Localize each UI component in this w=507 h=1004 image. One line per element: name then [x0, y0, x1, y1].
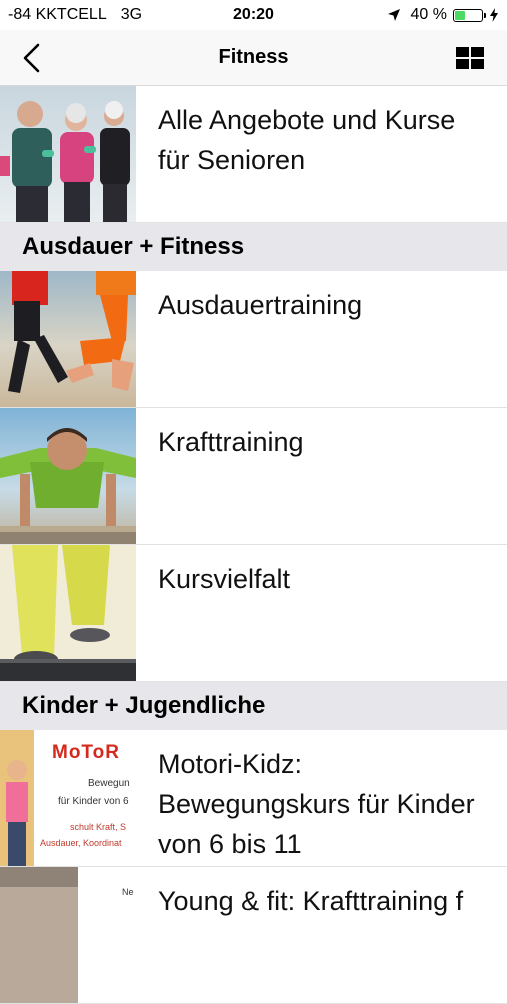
section-header-ausdauer: Ausdauer + Fitness: [0, 223, 507, 271]
list-item-label: Kursvielfalt: [158, 564, 291, 594]
list-item-label: Alle Angebote und Kurse für Senioren: [158, 105, 456, 175]
flyer-line-1: Bewegun: [88, 778, 130, 789]
running-photo-image: [0, 271, 136, 407]
navigation-bar: Fitness: [0, 30, 507, 86]
list-item-seniors[interactable]: Alle Angebote und Kurse für Senioren: [0, 86, 507, 223]
battery-icon: [453, 8, 486, 22]
list-item-label: Krafttraining: [158, 427, 304, 457]
young-fit-thumbnail: Ne: [0, 867, 136, 1003]
young-fit-photo: [0, 867, 78, 1003]
section-header-kinder: Kinder + Jugendliche: [0, 682, 507, 730]
young-fit-thumb-text: Ne: [122, 887, 134, 897]
status-bar: -84 KKTCELL 3G 20:20 40 %: [0, 0, 507, 30]
pushup-photo: [0, 408, 136, 544]
list-item-label: Motori-Kidz: Bewegungskurs für Kinder vo…: [158, 749, 475, 859]
list-item-motori-kidz[interactable]: MoToR Bewegun für Kinder von 6 schult Kr…: [0, 730, 507, 867]
page-title: Fitness: [218, 46, 289, 68]
list-item-kursvielfalt[interactable]: Kursvielfalt: [0, 545, 507, 682]
list-item-label: Young & fit: Krafttraining f: [158, 886, 464, 916]
stepper-photo-image: [0, 545, 136, 681]
motori-logo-text: MoToR: [52, 742, 120, 763]
stepper-photo: [0, 545, 136, 681]
seniors-photo: [0, 86, 136, 222]
battery-fill: [455, 10, 465, 20]
course-list: Alle Angebote und Kurse für Senioren Aus…: [0, 86, 507, 1004]
motori-kidz-flyer: MoToR Bewegun für Kinder von 6 schult Kr…: [0, 730, 136, 866]
seniors-photo-image: [0, 86, 136, 222]
status-right: 40 %: [387, 6, 499, 24]
location-arrow-icon: [387, 9, 400, 21]
pushup-photo-image: [0, 408, 136, 544]
list-item-krafttraining[interactable]: Krafttraining: [0, 408, 507, 545]
battery-percent: 40 %: [410, 6, 447, 23]
flyer-line-4: Ausdauer, Koordinat: [40, 838, 122, 848]
battery-nub: [484, 12, 486, 18]
charging-bolt-icon: [490, 8, 498, 22]
running-photo: [0, 271, 136, 407]
flyer-line-2: für Kinder von 6: [58, 796, 129, 807]
grid-view-icon[interactable]: [455, 46, 485, 70]
flyer-line-3: schult Kraft, S: [70, 822, 127, 832]
list-item-young-fit[interactable]: Ne Young & fit: Krafttraining f: [0, 867, 507, 1004]
list-item-ausdauertraining[interactable]: Ausdauertraining: [0, 271, 507, 408]
list-item-label: Ausdauertraining: [158, 290, 363, 320]
